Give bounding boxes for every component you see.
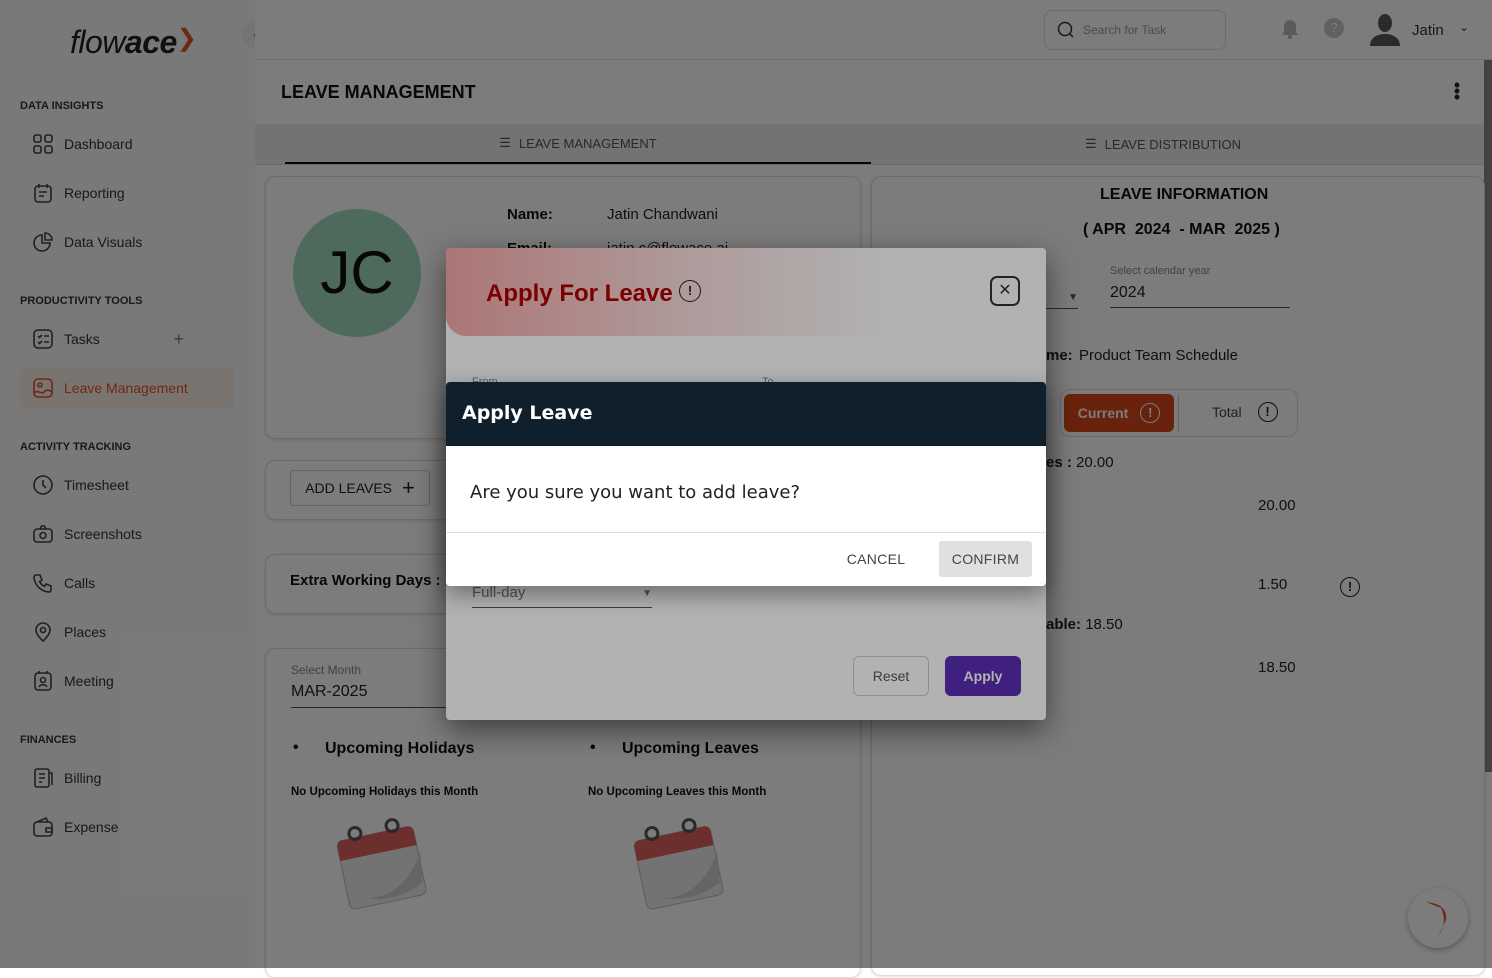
divider bbox=[446, 532, 1046, 533]
confirm-button[interactable]: CONFIRM bbox=[939, 541, 1032, 577]
confirm-title: Apply Leave bbox=[446, 382, 1046, 446]
cancel-button[interactable]: CANCEL bbox=[836, 541, 916, 577]
confirm-message: Are you sure you want to add leave? bbox=[470, 482, 801, 503]
confirm-dialog: Apply Leave Are you sure you want to add… bbox=[446, 382, 1046, 586]
